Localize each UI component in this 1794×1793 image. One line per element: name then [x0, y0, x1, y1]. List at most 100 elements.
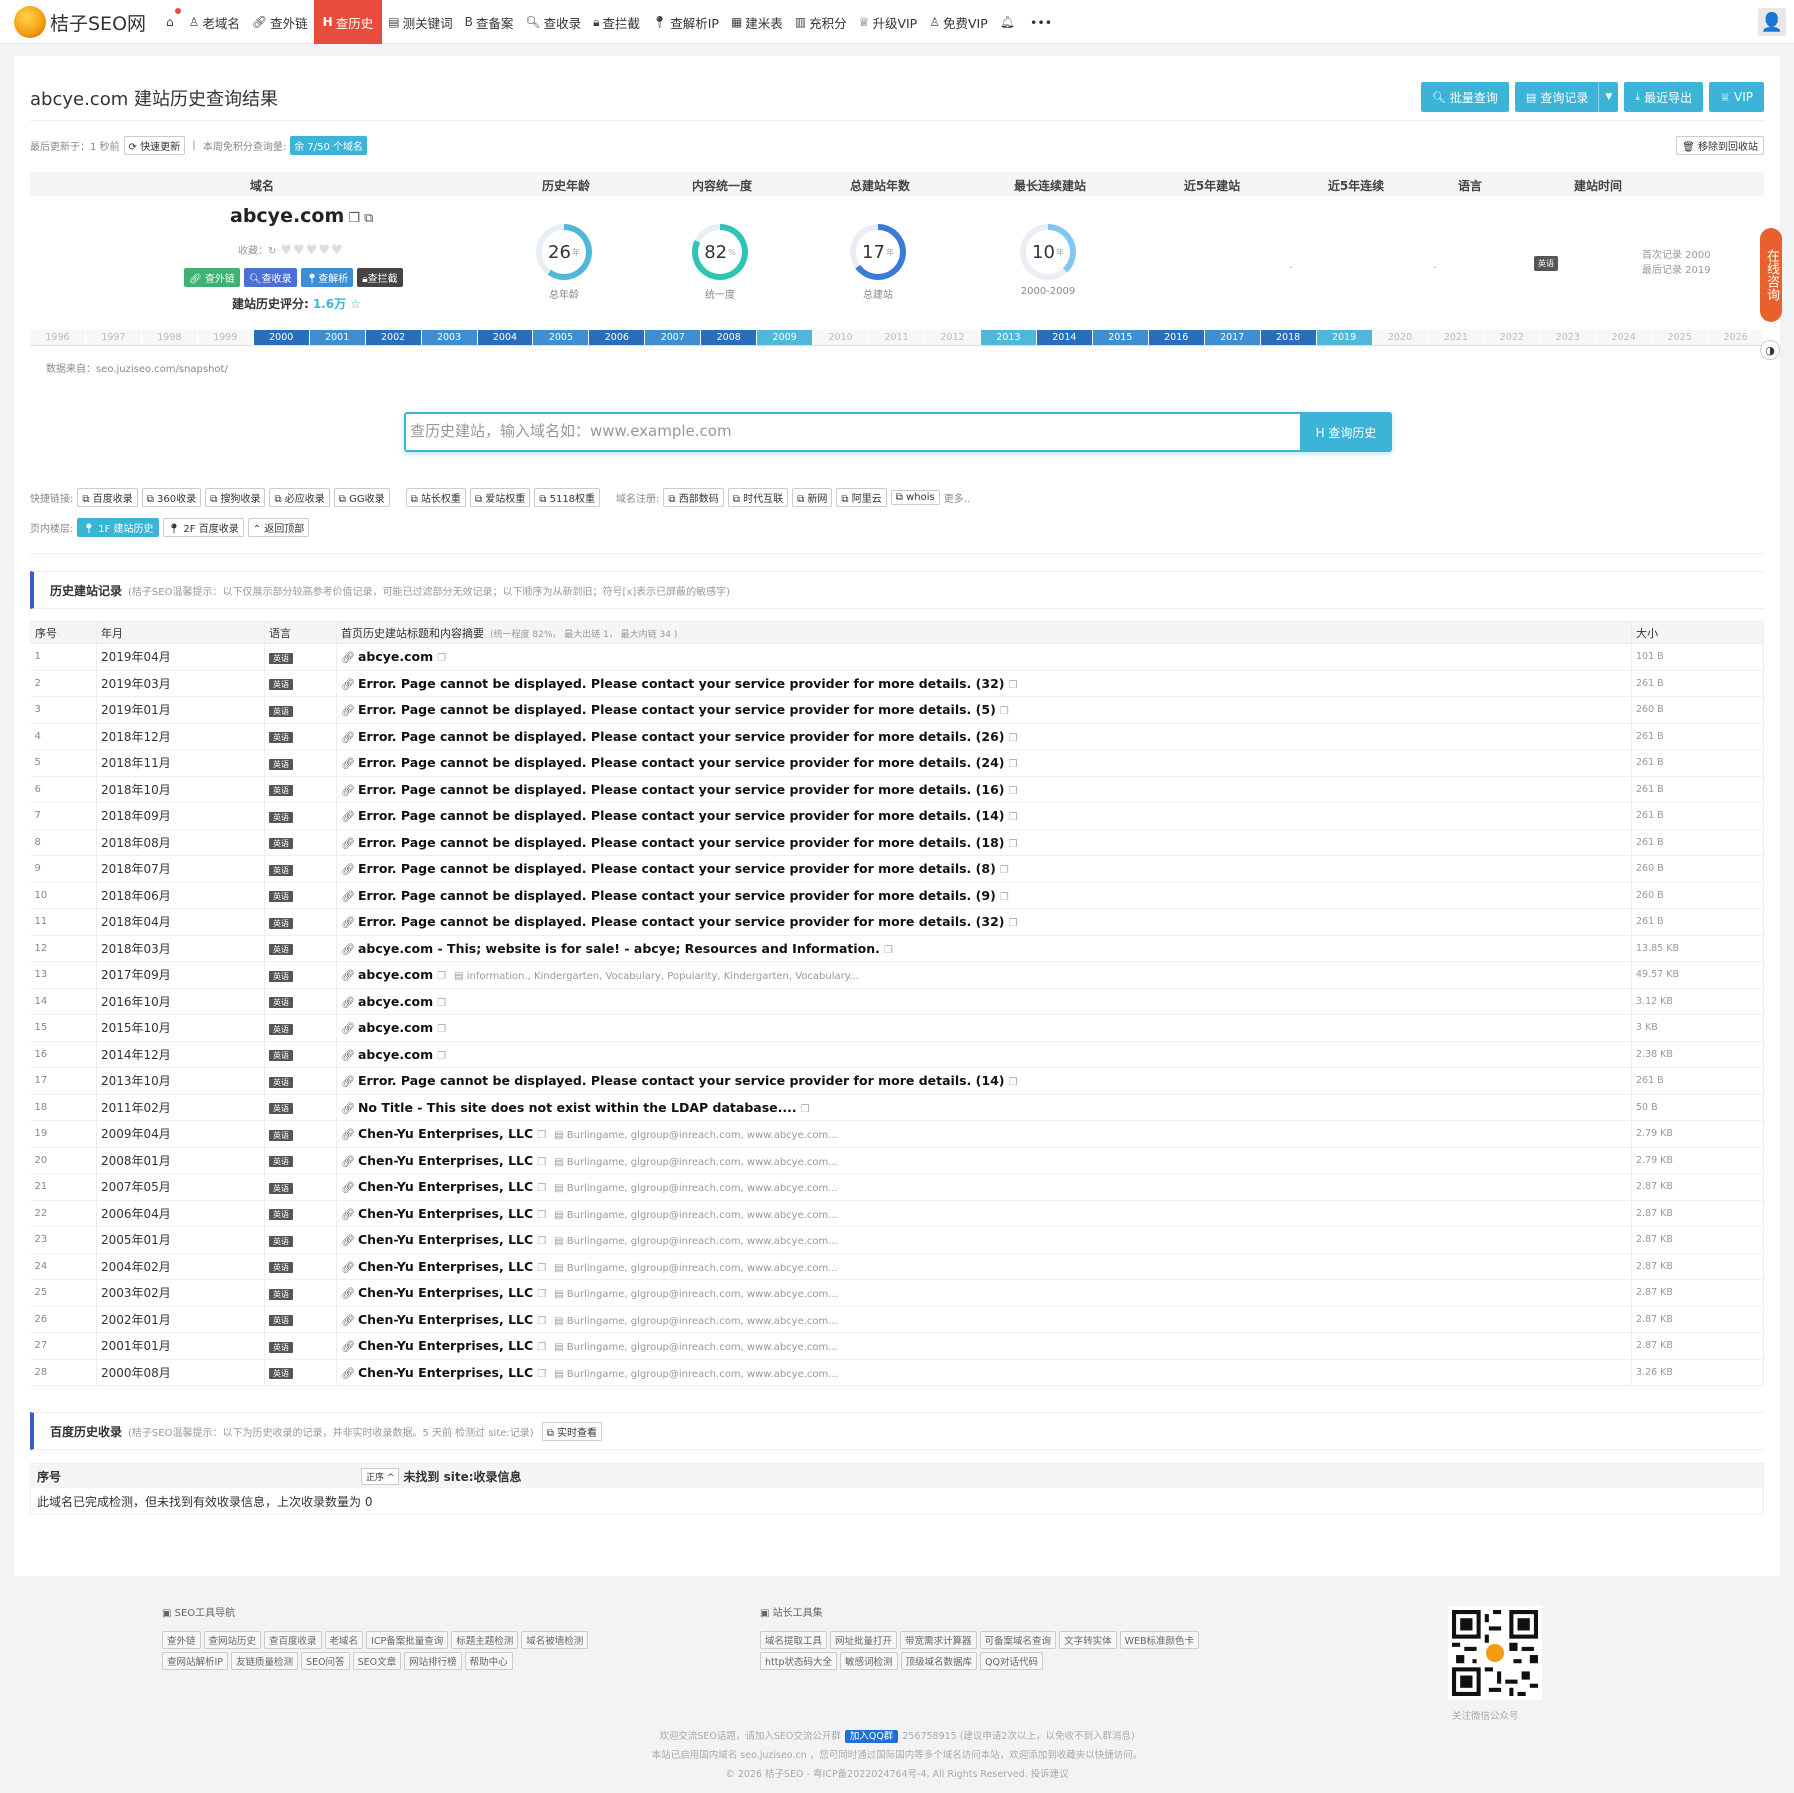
year-cell[interactable]: 2013 — [980, 330, 1037, 345]
snapshot-title[interactable]: abcye.com — [358, 994, 433, 1009]
year-cell[interactable]: 1999 — [197, 330, 254, 345]
snapshot-title[interactable]: Chen-Yu Enterprises, LLC — [358, 1365, 533, 1380]
table-row[interactable]: 9 2018年07月 英语 🔗︎ Error. Page cannot be displ… — [30, 855, 1764, 883]
tag-backlinks[interactable]: 🔗︎ 查外链 — [184, 268, 240, 287]
nav-item-5[interactable]: B 查备案 — [459, 0, 520, 44]
year-cell[interactable]: 1997 — [85, 330, 142, 345]
tag-index[interactable]: 🔍︎查收录 — [243, 268, 297, 287]
snapshot-title[interactable]: Error. Page cannot be displayed. Please … — [358, 1073, 1005, 1088]
realtime-view-button[interactable]: ⧉ 实时查看 — [541, 1421, 603, 1441]
year-cell[interactable]: 1998 — [141, 330, 198, 345]
link-icon[interactable]: 🔗︎ — [341, 837, 355, 850]
year-cell[interactable]: 2026 — [1708, 330, 1765, 345]
copy-icon[interactable]: ❐ — [437, 1024, 446, 1035]
nav-item-14[interactable]: ••• — [1024, 0, 1058, 44]
snapshot-title[interactable]: Chen-Yu Enterprises, LLC — [358, 1259, 533, 1274]
query-records-button[interactable]: ▤ 查询记录 ▼ — [1514, 82, 1619, 112]
year-cell[interactable]: 2025 — [1652, 330, 1709, 345]
footer-link[interactable]: 域名被墙检测 — [521, 1631, 589, 1649]
tag-block[interactable]: 🔒︎查拦截 — [357, 268, 403, 287]
nav-item-12[interactable]: ♙ 免费VIP — [923, 0, 994, 44]
search-history-button[interactable]: H 查询历史 — [1300, 412, 1392, 452]
nav-item-1[interactable]: ♙ 老域名 — [183, 0, 246, 44]
snapshot-title[interactable]: Error. Page cannot be displayed. Please … — [358, 808, 1005, 823]
link-icon[interactable]: 🔗︎ — [341, 1128, 355, 1141]
copy-icon[interactable]: ❐ — [1008, 839, 1017, 850]
snapshot-title[interactable]: abcye.com — [358, 649, 433, 664]
nav-item-4[interactable]: ▤ 测关键词 — [382, 0, 458, 44]
copy-icon[interactable]: ❐ — [537, 1236, 546, 1247]
floor-link[interactable]: 📍︎ 1F 建站历史 — [77, 518, 159, 537]
copy-icon[interactable]: ❐ — [1000, 706, 1009, 717]
table-row[interactable]: 11 2018年04月 英语 🔗︎ Error. Page cannot be disp… — [30, 908, 1764, 936]
copy-icon[interactable]: ❐ — [884, 945, 893, 956]
footer-link[interactable]: http状态码大全 — [760, 1652, 838, 1670]
table-row[interactable]: 19 2009年04月 英语 🔗︎ Chen-Yu Enterprises, LLC ❐ ▤… — [30, 1120, 1764, 1148]
copy-icon[interactable]: ❐ — [1000, 892, 1009, 903]
index-link[interactable]: ⧉ 搜狗收录 — [205, 488, 266, 507]
copy-icon[interactable]: ❐ — [537, 1289, 546, 1300]
year-cell[interactable]: 2008 — [701, 330, 758, 345]
year-cell[interactable]: 2003 — [421, 330, 478, 345]
table-row[interactable]: 28 2000年08月 英语 🔗︎ Chen-Yu Enterprises, LLC ❐ ▤… — [30, 1359, 1764, 1386]
snapshot-title[interactable]: Chen-Yu Enterprises, LLC — [358, 1312, 533, 1327]
table-row[interactable]: 27 2001年01月 英语 🔗︎ Chen-Yu Enterprises, LLC ❐ ▤… — [30, 1332, 1764, 1360]
recent-export-button[interactable]: ⤓ 最近导出 — [1624, 82, 1704, 112]
footer-link[interactable]: 带宽需求计算器 — [900, 1631, 977, 1649]
footer-link[interactable]: 网址批量打开 — [830, 1631, 898, 1649]
copy-icon[interactable]: ❐ — [437, 1051, 446, 1062]
index-link[interactable]: ⧉ 必应收录 — [269, 488, 330, 507]
link-icon[interactable]: 🔗︎ — [341, 704, 355, 717]
year-cell[interactable]: 1996 — [30, 330, 86, 345]
snapshot-title[interactable]: Error. Page cannot be displayed. Please … — [358, 835, 1005, 850]
table-row[interactable]: 18 2011年02月 英语 🔗︎ No Title - This site does … — [30, 1094, 1764, 1121]
year-cell[interactable]: 2009 — [757, 330, 814, 345]
copy-icon[interactable]: ❐ — [1008, 759, 1017, 770]
link-icon[interactable]: 🔗︎ — [341, 1049, 355, 1062]
year-cell[interactable]: 2016 — [1148, 330, 1205, 345]
registrar-link[interactable]: ⧉ 阿里云 — [836, 488, 887, 507]
link-icon[interactable]: 🔗︎ — [341, 1155, 355, 1168]
year-cell[interactable]: 2019 — [1316, 330, 1373, 345]
copy-icon[interactable]: ❐ — [1008, 918, 1017, 929]
weight-link[interactable]: ⧉ 站长权重 — [405, 488, 466, 507]
table-row[interactable]: 22 2006年04月 英语 🔗︎ Chen-Yu Enterprises, LLC ❐ ▤… — [30, 1200, 1764, 1227]
link-icon[interactable]: 🔗︎ — [341, 1314, 355, 1327]
table-row[interactable]: 3 2019年01月 英语 🔗︎ Error. Page cannot be displ… — [30, 696, 1764, 724]
footer-link[interactable]: WEB标准颜色卡 — [1119, 1631, 1199, 1649]
footer-link[interactable]: 查百度收录 — [264, 1631, 322, 1649]
table-row[interactable]: 6 2018年10月 英语 🔗︎ Error. Page cannot be displ… — [30, 776, 1764, 803]
footer-link[interactable]: 友链质量检测 — [231, 1652, 299, 1670]
snapshot-title[interactable]: No Title - This site does not exist with… — [358, 1100, 797, 1115]
nav-item-2[interactable]: 🔗︎ 查外链 — [246, 0, 314, 44]
nav-item-6[interactable]: 🔍︎ 查收录 — [519, 0, 587, 44]
quick-update-button[interactable]: ⟳ 快速更新 — [123, 136, 186, 155]
link-icon[interactable]: 🔗︎ — [341, 1022, 355, 1035]
table-row[interactable]: 4 2018年12月 英语 🔗︎ Error. Page cannot be displ… — [30, 723, 1764, 750]
footer-link[interactable]: ICP备案批量查询 — [366, 1631, 449, 1649]
copy-icon[interactable]: ❐ — [537, 1369, 546, 1380]
table-row[interactable]: 16 2014年12月 英语 🔗︎ abcye.com ❐ 2.38 KB — [30, 1041, 1764, 1068]
nav-item-8[interactable]: 📍︎ 查解析IP — [646, 0, 725, 44]
registrar-link[interactable]: ⧉ 时代互联 — [727, 488, 789, 507]
index-link[interactable]: ⧉ GG收录 — [333, 488, 390, 507]
user-avatar[interactable]: 👤 — [1758, 8, 1786, 36]
online-consult-button[interactable]: 在线咨询 — [1760, 228, 1782, 322]
copy-icon[interactable]: ❐ — [537, 1157, 546, 1168]
table-row[interactable]: 5 2018年11月 英语 🔗︎ Error. Page cannot be displ… — [30, 749, 1764, 777]
link-icon[interactable]: 🔗︎ — [341, 1102, 355, 1115]
copy-icon[interactable]: ❐ — [1008, 1077, 1017, 1088]
snapshot-title[interactable]: abcye.com - This; website is for sale! -… — [358, 941, 880, 956]
nav-item-3[interactable]: H 查历史 — [313, 0, 383, 44]
registrar-link[interactable]: ⧉ 新网 — [792, 488, 833, 507]
table-row[interactable]: 20 2008年01月 英语 🔗︎ Chen-Yu Enterprises, LLC ❐ ▤… — [30, 1147, 1764, 1174]
year-cell[interactable]: 2022 — [1484, 330, 1541, 345]
snapshot-title[interactable]: Error. Page cannot be displayed. Please … — [358, 861, 996, 876]
link-icon[interactable]: 🔗︎ — [341, 784, 355, 797]
link-icon[interactable]: 🔗︎ — [341, 1208, 355, 1221]
footer-link[interactable]: SEO问答 — [301, 1652, 350, 1670]
chevron-down-icon[interactable]: ▼ — [1598, 82, 1618, 112]
footer-link[interactable]: 域名提取工具 — [760, 1631, 828, 1649]
snapshot-title[interactable]: Chen-Yu Enterprises, LLC — [358, 1285, 533, 1300]
link-icon[interactable]: 🔗︎ — [341, 651, 355, 664]
